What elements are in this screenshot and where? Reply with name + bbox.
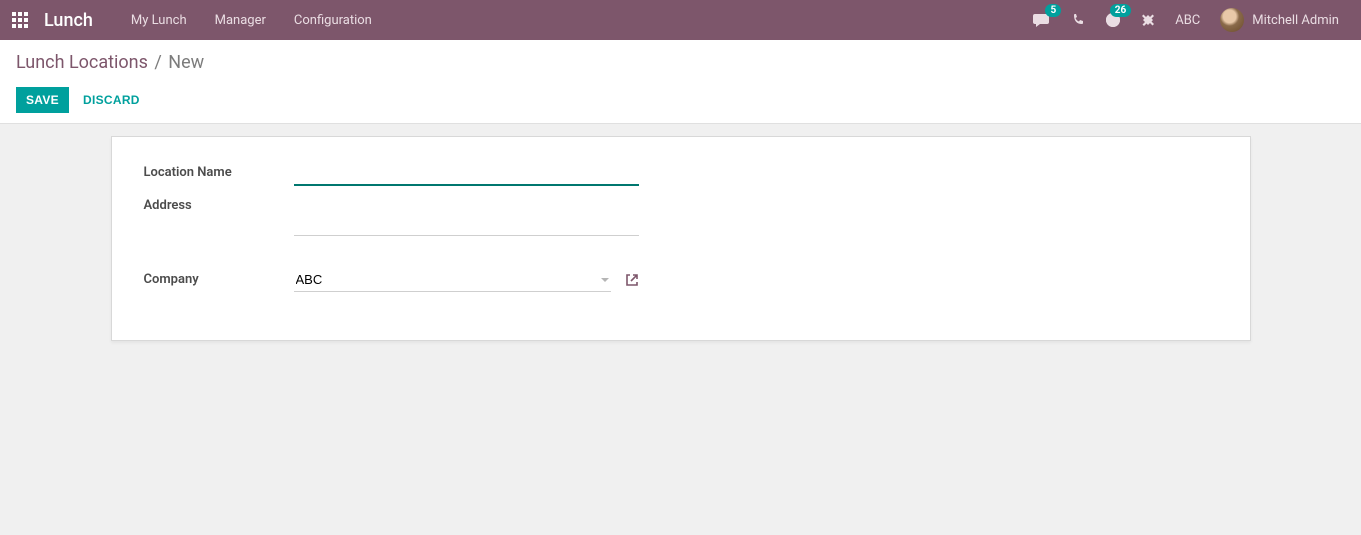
chevron-down-icon[interactable]	[601, 278, 609, 282]
company-label: ABC	[1175, 13, 1200, 28]
label-location-name: Location Name	[144, 161, 294, 180]
row-location-name: Location Name	[144, 161, 1218, 186]
label-address: Address	[144, 194, 294, 213]
nav-my-lunch[interactable]: My Lunch	[117, 0, 201, 40]
user-menu[interactable]: Mitchell Admin	[1210, 0, 1349, 40]
apps-icon[interactable]	[12, 12, 28, 28]
breadcrumb-current: New	[168, 52, 204, 73]
control-panel: Lunch Locations / New SAVE DISCARD	[0, 40, 1361, 124]
external-link-icon[interactable]	[625, 273, 639, 287]
navbar: Lunch My Lunch Manager Configuration 5 2…	[0, 0, 1361, 40]
breadcrumb: Lunch Locations / New	[16, 52, 1345, 73]
breadcrumb-separator: /	[154, 52, 161, 73]
avatar	[1220, 8, 1244, 32]
save-button[interactable]: SAVE	[16, 87, 69, 113]
label-company: Company	[144, 268, 294, 287]
button-row: SAVE DISCARD	[16, 87, 1345, 113]
messages-badge: 5	[1045, 4, 1061, 17]
nav-configuration[interactable]: Configuration	[280, 0, 386, 40]
activities-icon[interactable]: 26	[1095, 0, 1131, 40]
company-input[interactable]	[294, 268, 611, 292]
form-sheet: Location Name Address Company	[111, 136, 1251, 341]
nav-left: Lunch My Lunch Manager Configuration	[12, 0, 386, 40]
discard-button[interactable]: DISCARD	[73, 87, 150, 113]
user-name: Mitchell Admin	[1252, 13, 1339, 28]
debug-icon[interactable]	[1131, 0, 1165, 40]
location-name-input[interactable]	[294, 161, 639, 186]
address-input[interactable]	[294, 194, 639, 236]
nav-brand[interactable]: Lunch	[44, 10, 93, 31]
nav-manager[interactable]: Manager	[201, 0, 280, 40]
row-company: Company	[144, 268, 1218, 292]
messages-icon[interactable]: 5	[1023, 0, 1061, 40]
nav-right: 5 26 ABC Mitchell Admin	[1023, 0, 1349, 40]
company-switcher[interactable]: ABC	[1165, 0, 1210, 40]
activities-badge: 26	[1110, 4, 1131, 17]
row-address: Address	[144, 194, 1218, 240]
breadcrumb-parent[interactable]: Lunch Locations	[16, 52, 148, 73]
content-area: Location Name Address Company	[0, 124, 1361, 353]
phone-icon[interactable]	[1061, 0, 1095, 40]
